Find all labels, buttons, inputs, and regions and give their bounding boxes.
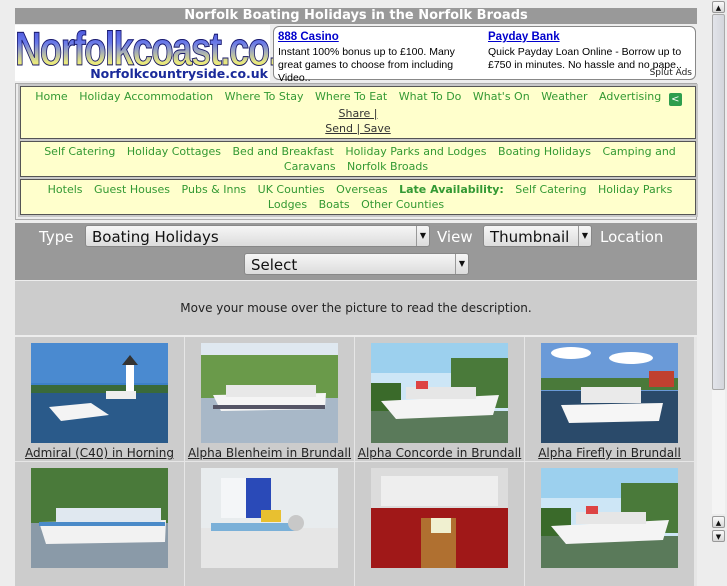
listing-thumbnail[interactable] bbox=[31, 343, 168, 443]
chevron-down-icon: ▼ bbox=[416, 226, 429, 246]
listing-thumbnail[interactable] bbox=[371, 343, 508, 443]
ad-link[interactable]: 888 Casino bbox=[278, 31, 478, 44]
nav-whats-on[interactable]: What's On bbox=[473, 90, 530, 103]
ads-label[interactable]: Splut Ads bbox=[650, 68, 692, 78]
nav-hotels[interactable]: Hotels bbox=[48, 183, 83, 196]
scroll-down-icon[interactable]: ▼ bbox=[712, 530, 725, 542]
listing-grid: Admiral (C40) in Horning Alpha Blenheim i… bbox=[15, 337, 697, 586]
nav-where-to-eat[interactable]: Where To Eat bbox=[315, 90, 387, 103]
filter-bar: Type Boating Holidays ▼ View Thumbnail ▼… bbox=[15, 223, 697, 280]
nav-where-to-stay[interactable]: Where To Stay bbox=[225, 90, 304, 103]
nav-bed-and-breakfast[interactable]: Bed and Breakfast bbox=[233, 145, 334, 158]
scrollbar[interactable]: ▲ ▲ ▼ bbox=[710, 0, 727, 545]
late-other-counties[interactable]: Other Counties bbox=[361, 198, 444, 211]
logo-sub-text: Norfolkcountryside.co.uk bbox=[90, 66, 268, 81]
page: Norfolk Boating Holidays in the Norfolk … bbox=[15, 8, 698, 586]
nav-home[interactable]: Home bbox=[35, 90, 67, 103]
listing-card[interactable] bbox=[525, 462, 694, 586]
nav-holiday-cottages[interactable]: Holiday Cottages bbox=[127, 145, 221, 158]
scroll-up-icon[interactable]: ▲ bbox=[712, 516, 725, 528]
late-availability-label: Late Availability: bbox=[399, 183, 504, 196]
info-message: Move your mouse over the picture to read… bbox=[15, 281, 697, 335]
ad-item: Payday Bank Quick Payday Loan Online - B… bbox=[488, 31, 688, 72]
location-label: Location bbox=[600, 228, 664, 246]
listing-card[interactable]: Alpha Concorde in Brundall bbox=[355, 337, 524, 461]
location-select-value: Select bbox=[251, 256, 298, 274]
nav-self-catering[interactable]: Self Catering bbox=[44, 145, 115, 158]
listing-thumbnail[interactable] bbox=[201, 468, 338, 568]
listing-thumbnail[interactable] bbox=[201, 343, 338, 443]
type-select[interactable]: Boating Holidays ▼ bbox=[85, 225, 430, 247]
listing-caption[interactable]: Admiral (C40) in Horning bbox=[15, 446, 184, 460]
header: Norfolkcoast.co.uk Norfolkcountryside.co… bbox=[15, 22, 697, 84]
nav-what-to-do[interactable]: What To Do bbox=[399, 90, 462, 103]
scroll-up-icon[interactable]: ▲ bbox=[712, 1, 725, 13]
nav-pubs-inns[interactable]: Pubs & Inns bbox=[182, 183, 247, 196]
chevron-down-icon: ▼ bbox=[455, 254, 468, 274]
type-nav: Self Catering Holiday Cottages Bed and B… bbox=[18, 139, 698, 179]
listing-thumbnail[interactable] bbox=[541, 343, 678, 443]
listing-caption[interactable]: Alpha Firefly in Brundall bbox=[525, 446, 694, 460]
listing-card[interactable] bbox=[15, 462, 184, 586]
view-select[interactable]: Thumbnail ▼ bbox=[483, 225, 592, 247]
listing-thumbnail[interactable] bbox=[541, 468, 678, 568]
chevron-down-icon: ▼ bbox=[578, 226, 591, 246]
nav-weather[interactable]: Weather bbox=[541, 90, 587, 103]
type-label: Type bbox=[39, 228, 74, 246]
ad-text: Instant 100% bonus up to £100. Many grea… bbox=[278, 46, 455, 84]
navigation: Home Holiday Accommodation Where To Stay… bbox=[15, 83, 698, 220]
site-logo[interactable]: Norfolkcoast.co.uk Norfolkcountryside.co… bbox=[15, 22, 319, 81]
other-nav: Hotels Guest Houses Pubs & Inns UK Count… bbox=[18, 177, 698, 217]
listing-card[interactable]: Admiral (C40) in Horning bbox=[15, 337, 184, 461]
listing-thumbnail[interactable] bbox=[31, 468, 168, 568]
nav-overseas[interactable]: Overseas bbox=[336, 183, 387, 196]
location-select[interactable]: Select ▼ bbox=[244, 253, 469, 275]
send-save-link[interactable]: Send | Save bbox=[325, 122, 390, 135]
ad-item: 888 Casino Instant 100% bonus up to £100… bbox=[278, 31, 478, 85]
view-label: View bbox=[437, 228, 473, 246]
listing-thumbnail[interactable] bbox=[371, 468, 508, 568]
type-select-value: Boating Holidays bbox=[92, 228, 219, 246]
share-link[interactable]: Share | bbox=[339, 107, 378, 120]
nav-boating-holidays[interactable]: Boating Holidays bbox=[498, 145, 591, 158]
late-self-catering[interactable]: Self Catering bbox=[515, 183, 586, 196]
main-nav: Home Holiday Accommodation Where To Stay… bbox=[18, 84, 698, 141]
nav-holiday-accommodation[interactable]: Holiday Accommodation bbox=[79, 90, 213, 103]
listing-card[interactable]: Alpha Firefly in Brundall bbox=[525, 337, 694, 461]
nav-uk-counties[interactable]: UK Counties bbox=[258, 183, 325, 196]
nav-norfolk-broads[interactable]: Norfolk Broads bbox=[347, 160, 428, 173]
listing-card[interactable] bbox=[185, 462, 354, 586]
ad-link[interactable]: Payday Bank bbox=[488, 31, 688, 44]
scroll-thumb[interactable] bbox=[712, 14, 725, 390]
nav-guest-houses[interactable]: Guest Houses bbox=[94, 183, 170, 196]
ad-panel: 888 Casino Instant 100% bonus up to £100… bbox=[273, 26, 696, 84]
listing-caption[interactable]: Alpha Concorde in Brundall bbox=[355, 446, 524, 460]
listing-caption[interactable]: Alpha Blenheim in Brundall bbox=[185, 446, 354, 460]
listing-card[interactable]: Alpha Blenheim in Brundall bbox=[185, 337, 354, 461]
nav-advertising[interactable]: Advertising bbox=[599, 90, 661, 103]
listing-card[interactable] bbox=[355, 462, 524, 586]
nav-holiday-parks[interactable]: Holiday Parks and Lodges bbox=[345, 145, 486, 158]
view-select-value: Thumbnail bbox=[490, 228, 570, 246]
share-icon[interactable]: < bbox=[668, 93, 682, 106]
late-boats[interactable]: Boats bbox=[319, 198, 350, 211]
